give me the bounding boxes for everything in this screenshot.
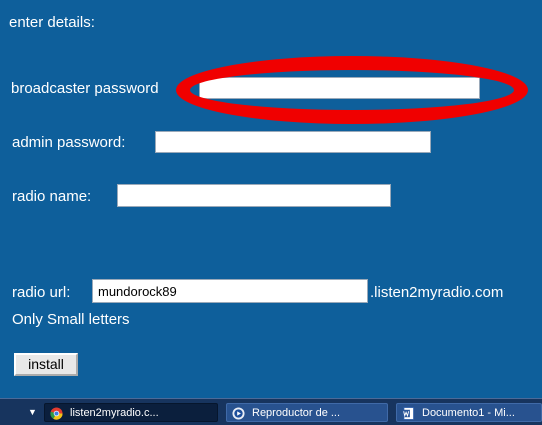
radio-url-label: radio url: [12, 284, 71, 301]
domain-suffix: .listen2myradio.com [370, 284, 504, 301]
task-label: Reproductor de ... [252, 407, 341, 419]
radio-url-field[interactable] [92, 279, 368, 303]
install-button[interactable]: install [14, 353, 78, 376]
radio-name-field[interactable] [117, 184, 391, 207]
admin-password-field[interactable] [155, 131, 431, 153]
taskbar-task-word-document[interactable]: Documento1 - Mi... [396, 403, 542, 422]
taskbar-task-listen2myradio[interactable]: listen2myradio.c... [44, 403, 218, 422]
taskbar-overflow-arrow-icon[interactable]: ▼ [28, 407, 37, 417]
taskbar-task-media-player[interactable]: Reproductor de ... [226, 403, 388, 422]
broadcaster-password-field[interactable] [199, 77, 480, 99]
task-label: listen2myradio.c... [70, 407, 159, 419]
media-player-icon [232, 407, 245, 420]
task-label: Documento1 - Mi... [422, 407, 515, 419]
lowercase-hint: Only Small letters [12, 311, 130, 328]
admin-password-label: admin password: [12, 134, 126, 151]
install-page: enter details: broadcaster password admi… [0, 0, 542, 425]
chrome-icon [50, 407, 63, 420]
broadcaster-password-label: broadcaster password [11, 80, 159, 97]
radio-name-label: radio name: [12, 188, 92, 205]
word-document-icon [402, 407, 415, 420]
taskbar: ▼ listen2myradio.c... Reproductor de ... [0, 398, 542, 425]
form-heading: enter details: [9, 14, 95, 31]
